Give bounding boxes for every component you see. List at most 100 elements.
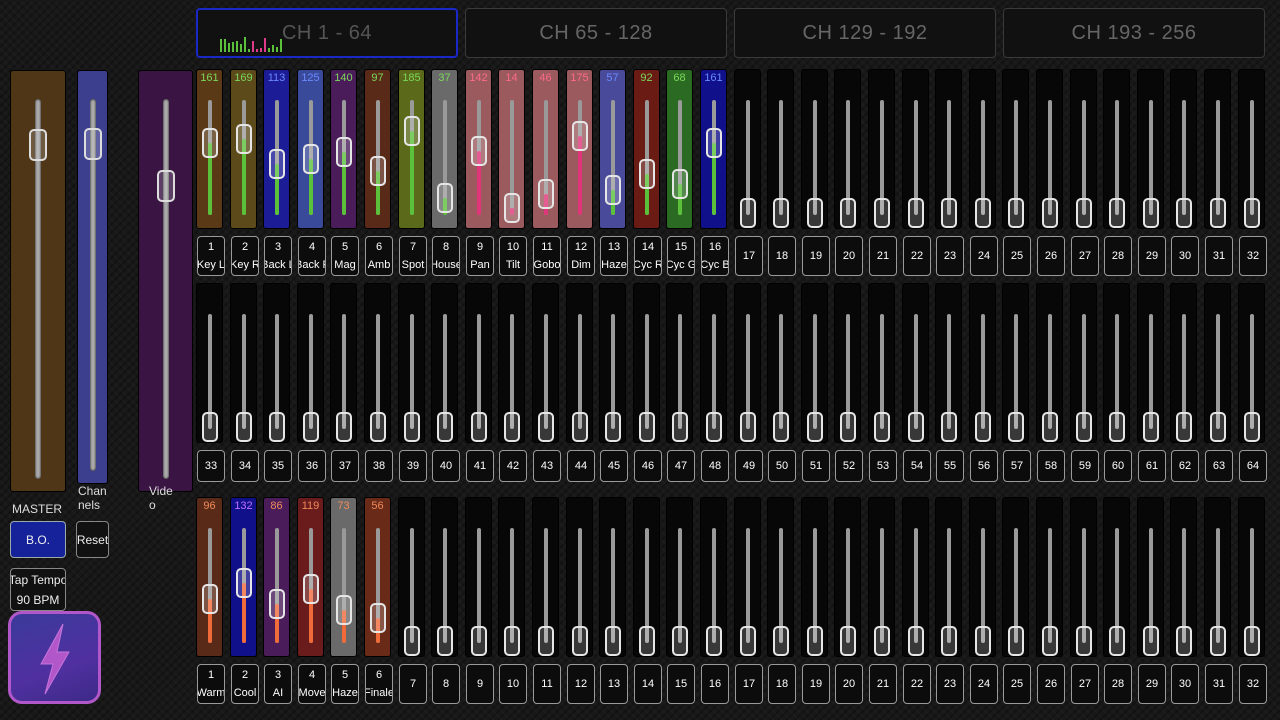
channel-label-button[interactable]: 6 Finale: [365, 664, 393, 704]
reset-button[interactable]: Reset: [76, 521, 109, 558]
empty-channel-fader[interactable]: [465, 497, 492, 657]
channel-fader[interactable]: 119: [297, 497, 324, 657]
channel-label-button[interactable]: 23: [936, 664, 964, 704]
empty-channel-fader[interactable]: [902, 69, 929, 229]
channel-label-button[interactable]: 3 Back L: [264, 236, 292, 276]
empty-channel-fader[interactable]: [666, 497, 693, 657]
channel-fader[interactable]: 142: [465, 69, 492, 229]
channel-fader[interactable]: 113: [263, 69, 290, 229]
fader-thumb[interactable]: [974, 198, 991, 228]
fader-thumb[interactable]: [470, 136, 487, 166]
channel-label-button[interactable]: 61: [1138, 450, 1166, 482]
fader-thumb[interactable]: [638, 159, 655, 189]
empty-channel-fader[interactable]: [1070, 283, 1097, 443]
fader-thumb[interactable]: [1175, 198, 1192, 228]
empty-channel-fader[interactable]: [1170, 283, 1197, 443]
fader-thumb[interactable]: [739, 198, 756, 228]
channel-label-button[interactable]: 37: [331, 450, 359, 482]
empty-channel-fader[interactable]: [1036, 497, 1063, 657]
channel-label-button[interactable]: 14: [634, 664, 662, 704]
empty-channel-fader[interactable]: [532, 497, 559, 657]
fader-thumb[interactable]: [201, 584, 218, 614]
fader-thumb[interactable]: [1007, 626, 1024, 656]
fader-thumb[interactable]: [268, 412, 285, 442]
empty-channel-fader[interactable]: [700, 283, 727, 443]
blackout-button[interactable]: B.O.: [10, 521, 66, 558]
empty-channel-fader[interactable]: [398, 283, 425, 443]
empty-channel-fader[interactable]: [431, 497, 458, 657]
empty-channel-fader[interactable]: [1170, 69, 1197, 229]
channel-fader[interactable]: 14: [498, 69, 525, 229]
master-fader-thumb[interactable]: [29, 129, 47, 161]
empty-channel-fader[interactable]: [633, 497, 660, 657]
fader-thumb[interactable]: [1243, 626, 1260, 656]
fader-thumb[interactable]: [571, 412, 588, 442]
empty-channel-fader[interactable]: [633, 283, 660, 443]
channel-fader[interactable]: 97: [364, 69, 391, 229]
empty-channel-fader[interactable]: [969, 283, 996, 443]
video-fader-thumb[interactable]: [156, 170, 175, 202]
fader-thumb[interactable]: [940, 198, 957, 228]
channel-fader[interactable]: 96: [196, 497, 223, 657]
fader-thumb[interactable]: [604, 412, 621, 442]
empty-channel-fader[interactable]: [1238, 283, 1265, 443]
empty-channel-fader[interactable]: [465, 283, 492, 443]
empty-channel-fader[interactable]: [1170, 497, 1197, 657]
fader-thumb[interactable]: [940, 626, 957, 656]
fader-thumb[interactable]: [873, 412, 890, 442]
fader-thumb[interactable]: [201, 128, 218, 158]
channel-label-button[interactable]: 53: [869, 450, 897, 482]
fader-thumb[interactable]: [235, 568, 252, 598]
empty-channel-fader[interactable]: [364, 283, 391, 443]
fader-thumb[interactable]: [705, 412, 722, 442]
empty-channel-fader[interactable]: [1103, 283, 1130, 443]
channel-label-button[interactable]: 26: [1037, 664, 1065, 704]
fader-thumb[interactable]: [335, 137, 352, 167]
fader-thumb[interactable]: [671, 626, 688, 656]
channel-label-button[interactable]: 3 AI: [264, 664, 292, 704]
empty-channel-fader[interactable]: [566, 497, 593, 657]
channel-label-button[interactable]: 60: [1104, 450, 1132, 482]
fader-thumb[interactable]: [739, 412, 756, 442]
empty-channel-fader[interactable]: [297, 283, 324, 443]
channel-label-button[interactable]: 46: [634, 450, 662, 482]
empty-channel-fader[interactable]: [902, 283, 929, 443]
channel-label-button[interactable]: 7 Spot: [399, 236, 427, 276]
empty-channel-fader[interactable]: [801, 69, 828, 229]
channel-label-button[interactable]: 13 Haze: [600, 236, 628, 276]
channel-fader[interactable]: 161: [196, 69, 223, 229]
channel-label-button[interactable]: 1 Key L: [197, 236, 225, 276]
fader-thumb[interactable]: [772, 412, 789, 442]
fader-thumb[interactable]: [1243, 412, 1260, 442]
fader-thumb[interactable]: [403, 626, 420, 656]
fader-thumb[interactable]: [839, 198, 856, 228]
channel-label-button[interactable]: 64: [1239, 450, 1267, 482]
channel-label-button[interactable]: 48: [701, 450, 729, 482]
channel-label-button[interactable]: 7: [399, 664, 427, 704]
empty-channel-fader[interactable]: [801, 497, 828, 657]
fader-thumb[interactable]: [503, 626, 520, 656]
fader-thumb[interactable]: [1007, 198, 1024, 228]
empty-channel-fader[interactable]: [532, 283, 559, 443]
fader-thumb[interactable]: [705, 626, 722, 656]
channel-label-button[interactable]: 22: [903, 664, 931, 704]
channel-label-button[interactable]: 62: [1171, 450, 1199, 482]
channel-label-button[interactable]: 44: [567, 450, 595, 482]
empty-channel-fader[interactable]: [498, 497, 525, 657]
empty-channel-fader[interactable]: [734, 497, 761, 657]
channel-label-button[interactable]: 42: [499, 450, 527, 482]
fader-thumb[interactable]: [974, 626, 991, 656]
empty-channel-fader[interactable]: [599, 497, 626, 657]
channel-label-button[interactable]: 32: [1239, 236, 1267, 276]
channel-label-button[interactable]: 20: [835, 236, 863, 276]
channel-label-button[interactable]: 29: [1138, 664, 1166, 704]
empty-channel-fader[interactable]: [734, 283, 761, 443]
channel-label-button[interactable]: 5 Mag: [331, 236, 359, 276]
empty-channel-fader[interactable]: [1238, 69, 1265, 229]
channel-label-button[interactable]: 40: [432, 450, 460, 482]
channel-fader[interactable]: 86: [263, 497, 290, 657]
fader-thumb[interactable]: [369, 156, 386, 186]
tab-ch-1-64[interactable]: CH 1 - 64: [196, 8, 458, 58]
channel-label-button[interactable]: 21: [869, 664, 897, 704]
fader-thumb[interactable]: [1007, 412, 1024, 442]
